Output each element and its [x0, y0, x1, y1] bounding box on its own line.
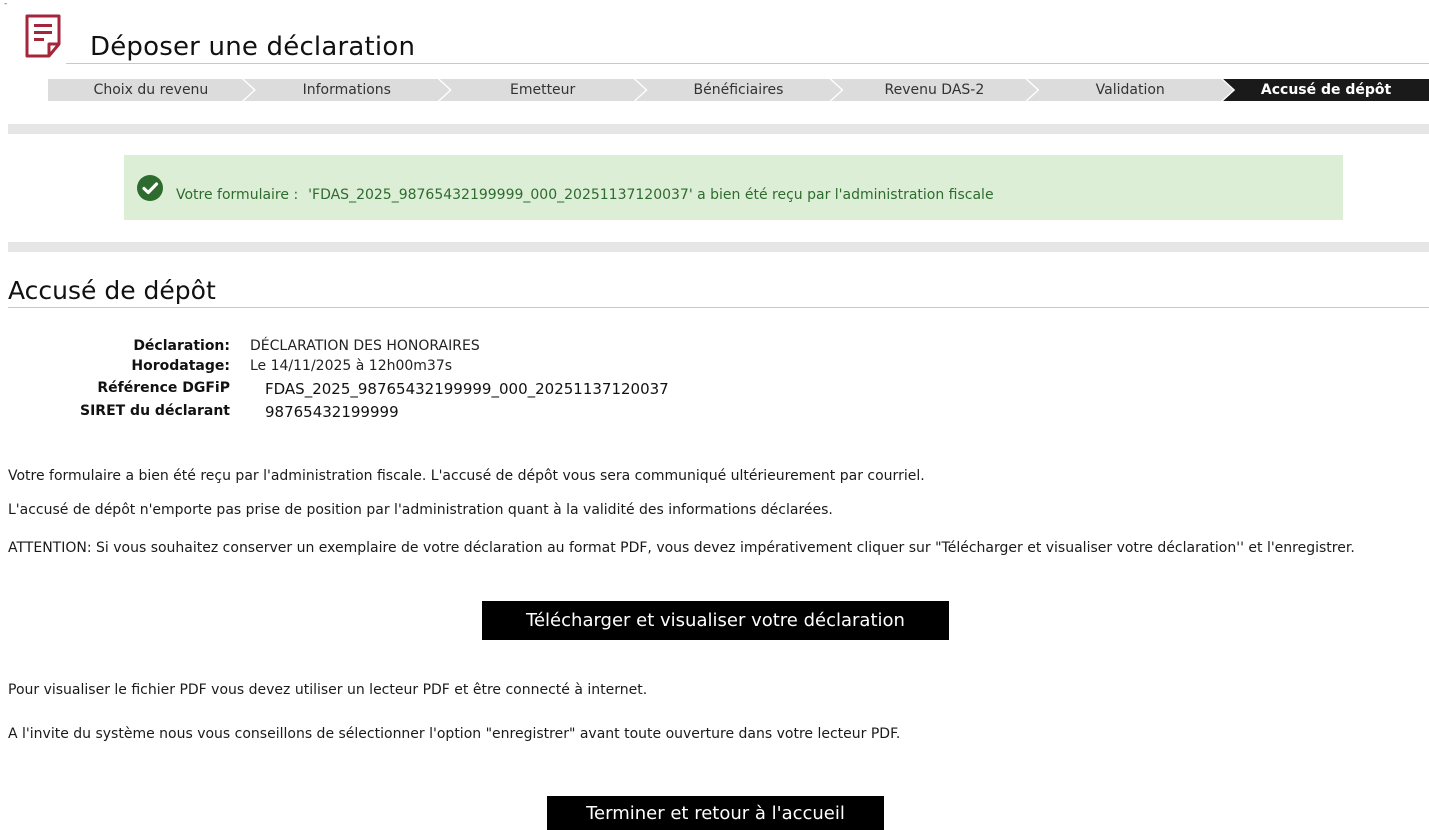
declaration-value: DÉCLARATION DES HONORAIRES [250, 338, 480, 354]
section-title: Accusé de dépôt [8, 276, 216, 305]
reference-value: FDAS_2025_98765432199999_000_20251137120… [265, 380, 669, 398]
siret-value: 98765432199999 [265, 403, 399, 421]
download-declaration-button[interactable]: Télécharger et visualiser votre déclarat… [482, 601, 949, 640]
document-icon [25, 14, 61, 58]
declaration-label: Déclaration: [133, 338, 230, 354]
horodatage-value: Le 14/11/2025 à 12h00m37s [250, 358, 453, 374]
page-header: Déposer une déclaration [24, 14, 1429, 62]
check-circle-icon [137, 174, 163, 201]
step-accuse-de-depot[interactable]: Accusé de dépôt [1223, 79, 1429, 101]
horodatage-row: Horodatage: Le 14/11/2025 à 12h00m37s [0, 358, 900, 378]
horodatage-label: Horodatage: [131, 358, 230, 374]
separator-band [8, 124, 1429, 134]
header-divider [66, 63, 1429, 64]
step-validation[interactable]: Validation [1027, 79, 1233, 101]
separator-band [8, 242, 1429, 252]
finish-return-home-button[interactable]: Terminer et retour à l'accueil [547, 796, 884, 830]
alert-label: Votre formulaire : [176, 186, 299, 203]
step-choix-du-revenu[interactable]: Choix du revenu [48, 79, 254, 101]
alert-text: Votre formulaire : 'FDAS_2025_98765432199… [176, 187, 994, 203]
pdf-reader-info: Pour visualiser le fichier PDF vous deve… [8, 682, 648, 698]
attention-paragraph: ATTENTION: Si vous souhaitez conserver u… [8, 540, 1355, 556]
save-option-info: A l'invite du système nous vous conseill… [8, 726, 901, 742]
corner-mark: - [4, 0, 8, 9]
disclaimer-paragraph: L'accusé de dépôt n'emporte pas prise de… [8, 502, 833, 518]
progress-stepper: Choix du revenu Informations Emetteur Bé… [48, 79, 1429, 101]
confirmation-paragraph: Votre formulaire a bien été reçu par l'a… [8, 468, 925, 484]
reference-label: Référence DGFiP [97, 380, 230, 396]
siret-row: SIRET du déclarant 98765432199999 [0, 403, 900, 423]
siret-label: SIRET du déclarant [80, 403, 230, 419]
success-alert: Votre formulaire : 'FDAS_2025_98765432199… [124, 155, 1343, 220]
section-divider [8, 307, 1429, 308]
reference-row: Référence DGFiP FDAS_2025_98765432199999… [0, 380, 900, 400]
page-title: Déposer une déclaration [90, 32, 416, 62]
alert-message: 'FDAS_2025_98765432199999_000_2025113712… [308, 186, 994, 203]
step-emetteur[interactable]: Emetteur [440, 79, 646, 101]
declaration-row: Déclaration: DÉCLARATION DES HONORAIRES [0, 338, 900, 358]
step-revenu-das2[interactable]: Revenu DAS-2 [831, 79, 1037, 101]
step-beneficiaires[interactable]: Bénéficiaires [636, 79, 842, 101]
step-informations[interactable]: Informations [244, 79, 450, 101]
